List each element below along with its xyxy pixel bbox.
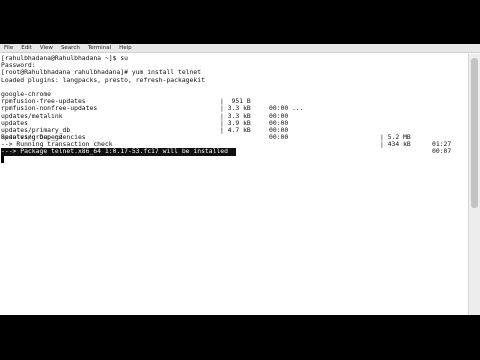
- repo-row: rpmfusion-free-updates | 3.3 kB 00:00: [1, 91, 466, 119]
- menu-view[interactable]: View: [40, 44, 53, 53]
- repo-row: updates/metalink | 3.9 kB 00:00: [1, 105, 466, 134]
- menu-edit[interactable]: Edit: [21, 44, 32, 53]
- selected-package-line[interactable]: ---> Package telnet.x86_64 1:0.17-53.fc1…: [1, 148, 236, 156]
- repo-row: updates/primary_db | 5.2 MB 01:27: [1, 120, 466, 148]
- scrollbar-thumb[interactable]: [471, 58, 478, 208]
- repo-time: 00:07: [432, 147, 452, 156]
- menu-search[interactable]: Search: [61, 44, 80, 53]
- terminal-line-su: [rahulbhadana@Rahulbhadana ~]$ su: [1, 54, 128, 62]
- menu-file[interactable]: File: [4, 44, 13, 53]
- menu-help[interactable]: Help: [119, 44, 132, 53]
- terminal-line-plugins: Loaded plugins: langpacks, presto, refre…: [1, 75, 205, 84]
- menu-bar: File Edit View Search Terminal Help: [0, 44, 480, 53]
- repo-row: google-chrome | 951 B 00:00 ...: [1, 84, 466, 112]
- repo-row: rpmfusion-nonfree-updates | 3.3 kB 00:00: [1, 98, 466, 127]
- terminal-output[interactable]: [rahulbhadana@Rahulbhadana ~]$ su Passwo…: [1, 54, 466, 315]
- vertical-scrollbar[interactable]: [468, 54, 480, 315]
- terminal-window: File Edit View Search Terminal Help [rah…: [0, 44, 480, 315]
- menu-terminal[interactable]: Terminal: [88, 44, 111, 53]
- repo-row: updates | 4.7 kB 00:00: [1, 113, 466, 141]
